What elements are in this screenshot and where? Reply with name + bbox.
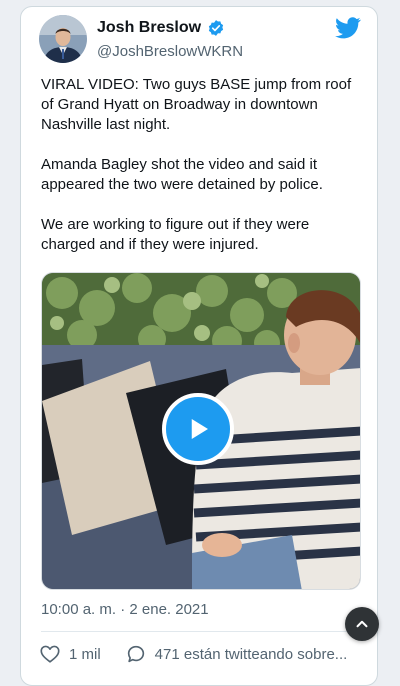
heart-icon bbox=[40, 645, 60, 663]
like-count: 1 mil bbox=[69, 645, 101, 663]
avatar[interactable] bbox=[39, 15, 87, 63]
chevron-up-icon bbox=[356, 620, 368, 628]
like-button[interactable]: 1 mil bbox=[39, 643, 101, 665]
divider bbox=[41, 631, 361, 632]
play-button[interactable] bbox=[162, 393, 234, 465]
tweet-card[interactable]: Josh Breslow @JoshBreslowWKRN VIRAL VIDE… bbox=[20, 6, 379, 686]
tweet-paragraph-1: VIRAL VIDEO: Two guys BASE jump from roo… bbox=[41, 76, 352, 133]
play-icon bbox=[191, 419, 208, 439]
author-name[interactable]: Josh Breslow bbox=[97, 19, 201, 37]
tweet-text: VIRAL VIDEO: Two guys BASE jump from roo… bbox=[41, 75, 363, 275]
tweet-paragraph-3: We are working to figure out if they wer… bbox=[41, 216, 310, 253]
twitter-bird-icon[interactable] bbox=[335, 17, 361, 39]
tweet-actions: 1 mil 471 están twitteando sobre... bbox=[39, 643, 347, 665]
conversation-button[interactable]: 471 están twitteando sobre... bbox=[125, 643, 348, 665]
author-handle[interactable]: @JoshBreslowWKRN bbox=[97, 43, 243, 60]
tweet-paragraph-2: Amanda Bagley shot the video and said it… bbox=[41, 156, 323, 193]
verified-badge-icon bbox=[208, 20, 224, 36]
tweet-timestamp[interactable]: 10:00 a. m. · 2 ene. 2021 bbox=[41, 601, 209, 618]
scroll-to-top-button[interactable] bbox=[345, 607, 379, 641]
video-thumbnail[interactable] bbox=[41, 272, 361, 590]
conversation-text: 471 están twitteando sobre... bbox=[154, 645, 348, 663]
speech-bubble-icon bbox=[127, 645, 144, 663]
author-name-row[interactable]: Josh Breslow bbox=[97, 19, 225, 37]
